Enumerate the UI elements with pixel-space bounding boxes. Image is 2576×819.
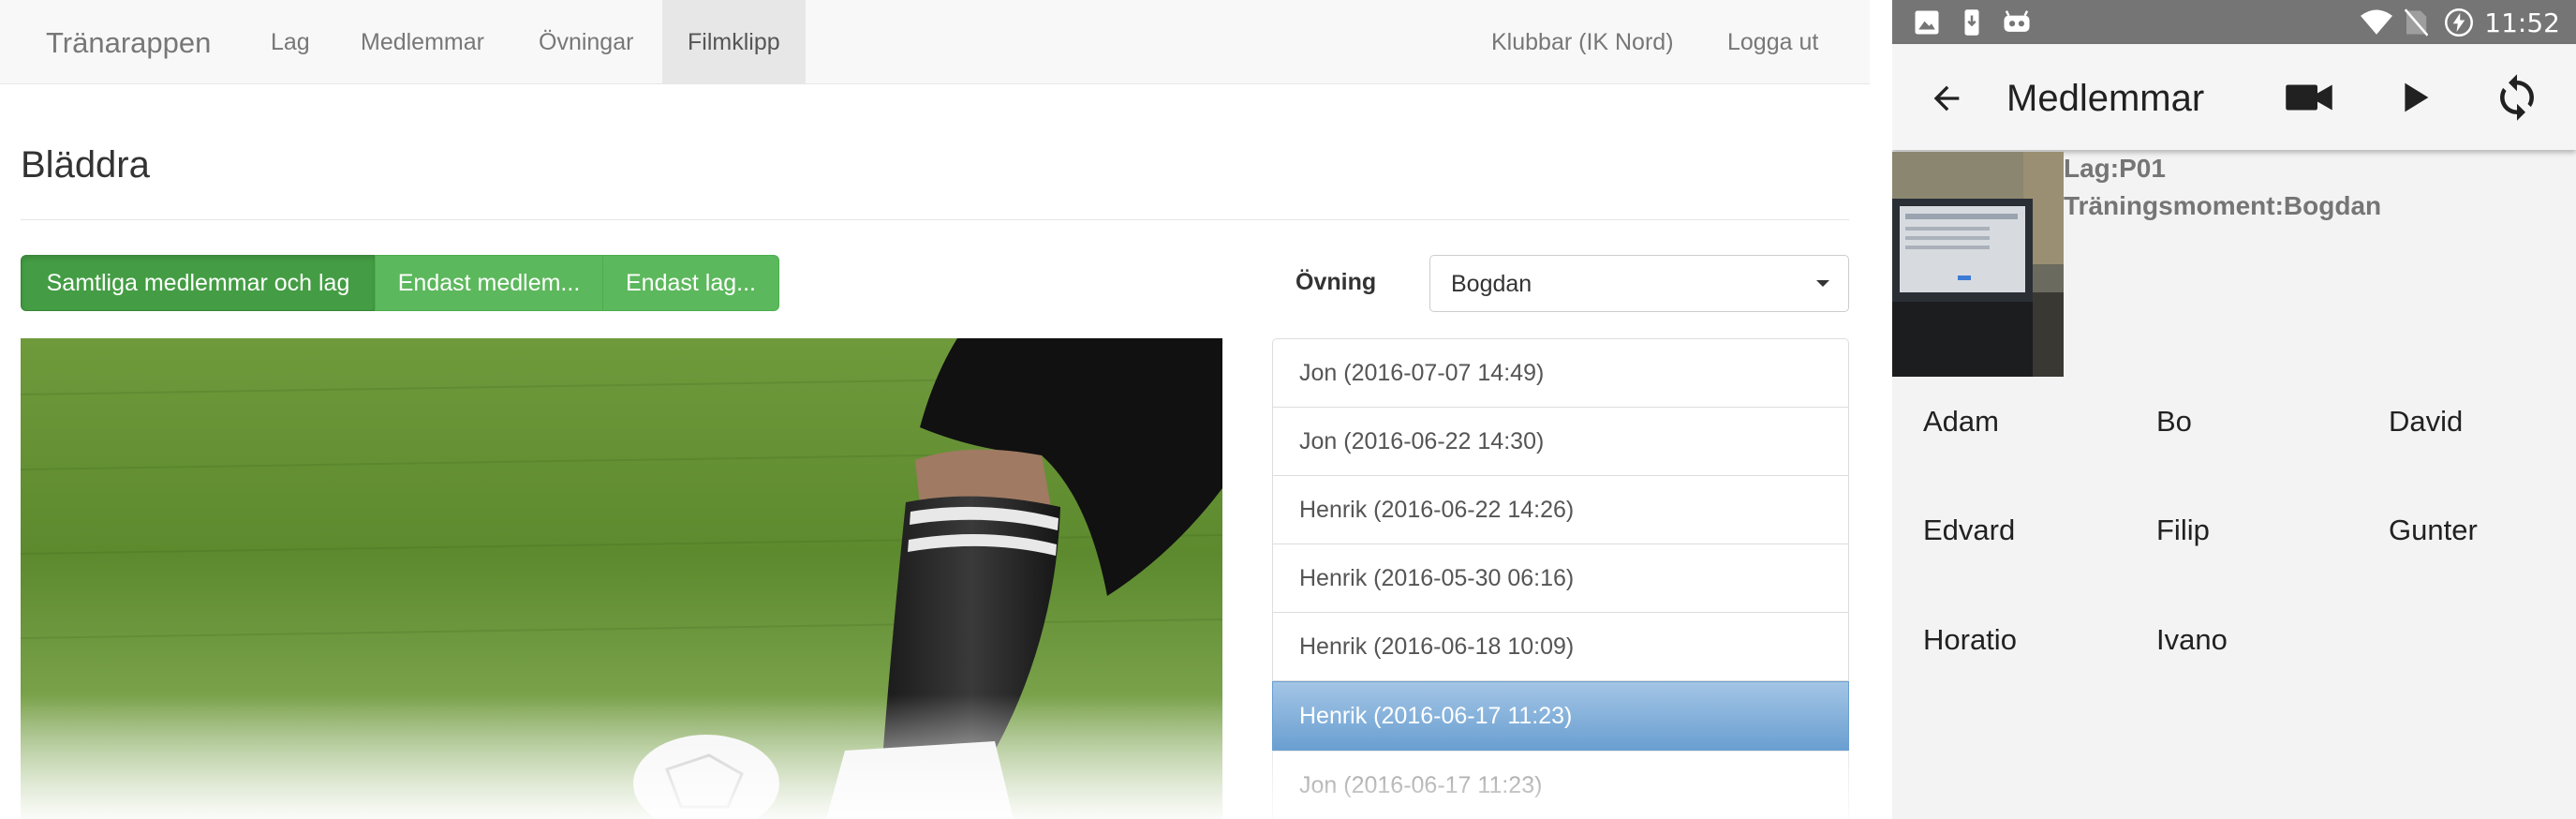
android-screen: 11:52 Medlemmar Lag:P01 Träningsmoment:B…: [1892, 0, 2576, 819]
nav-logout[interactable]: Logga ut: [1727, 29, 1818, 56]
android-debug-icon: [2004, 10, 2030, 32]
filter-member-button[interactable]: Endast medlem...: [375, 255, 603, 311]
brand-link[interactable]: Tränarappen: [46, 26, 211, 60]
clip-item[interactable]: Henrik (2016-06-18 10:09): [1272, 612, 1849, 681]
clip-item[interactable]: Jon (2016-06-17 11:23): [1272, 751, 1849, 819]
filter-all-button[interactable]: Samtliga medlemmar och lag: [21, 255, 376, 311]
exercise-select-value: Bogdan: [1451, 271, 1532, 297]
thumbnail-image: [1892, 152, 2064, 377]
page-title: Bläddra: [21, 144, 150, 186]
clip-item[interactable]: Jon (2016-07-07 14:49): [1272, 338, 1849, 408]
exercise-select[interactable]: Bogdan: [1429, 255, 1849, 312]
back-arrow-icon[interactable]: [1928, 80, 1965, 117]
member-item[interactable]: Filip: [2156, 514, 2210, 547]
nav-klubbar[interactable]: Klubbar (IK Nord): [1491, 29, 1674, 56]
navbar: Tränarappen Lag Medlemmar Övningar Filmk…: [0, 0, 1870, 84]
clip-item[interactable]: Henrik (2016-05-30 06:16): [1272, 544, 1849, 613]
video-player[interactable]: [21, 338, 1222, 819]
divider: [21, 219, 1849, 220]
exercise-info: Träningsmoment:Bogdan: [2064, 191, 2382, 220]
clip-list: Jon (2016-07-07 14:49) Jon (2016-06-22 1…: [1272, 338, 1849, 819]
sync-icon[interactable]: [2492, 72, 2542, 123]
exercise-label: Övning: [1295, 269, 1377, 295]
image-icon: [1915, 10, 1939, 35]
nav-ovningar[interactable]: Övningar: [539, 29, 633, 56]
member-item[interactable]: Horatio: [1923, 623, 2017, 657]
wifi-icon: [2361, 9, 2392, 35]
team-info: Lag:P01: [2064, 154, 2166, 183]
video-frame-image: [21, 338, 1222, 819]
video-thumbnail[interactable]: [1892, 152, 2064, 377]
caret-down-icon: [1816, 280, 1829, 287]
nav-lag[interactable]: Lag: [271, 29, 310, 56]
clip-item-selected[interactable]: Henrik (2016-06-17 11:23): [1272, 681, 1849, 751]
no-sim-icon: [2404, 8, 2428, 37]
web-app: Tränarappen Lag Medlemmar Övningar Filmk…: [0, 0, 1870, 819]
clip-item[interactable]: Henrik (2016-06-22 14:26): [1272, 475, 1849, 544]
battery-charging-icon: [2445, 8, 2473, 37]
clip-item[interactable]: Jon (2016-06-22 14:30): [1272, 407, 1849, 476]
member-item[interactable]: Gunter: [2389, 514, 2478, 547]
phone-download-icon: [1964, 9, 1979, 36]
member-item[interactable]: David: [2389, 405, 2463, 439]
member-item[interactable]: Edvard: [1923, 514, 2015, 547]
video-camera-icon[interactable]: [2284, 76, 2334, 119]
nav-filmklipp[interactable]: Filmklipp: [688, 29, 780, 56]
status-time: 11:52: [2484, 7, 2560, 38]
status-bar: 11:52: [1892, 0, 2576, 44]
screen-title: Medlemmar: [2006, 78, 2205, 119]
member-item[interactable]: Ivano: [2156, 623, 2228, 657]
play-icon[interactable]: [2392, 76, 2435, 119]
member-item[interactable]: Adam: [1923, 405, 1999, 439]
filter-team-button[interactable]: Endast lag...: [602, 255, 779, 311]
nav-medlemmar[interactable]: Medlemmar: [361, 29, 484, 56]
member-item[interactable]: Bo: [2156, 405, 2192, 439]
app-bar: Medlemmar: [1892, 44, 2576, 150]
